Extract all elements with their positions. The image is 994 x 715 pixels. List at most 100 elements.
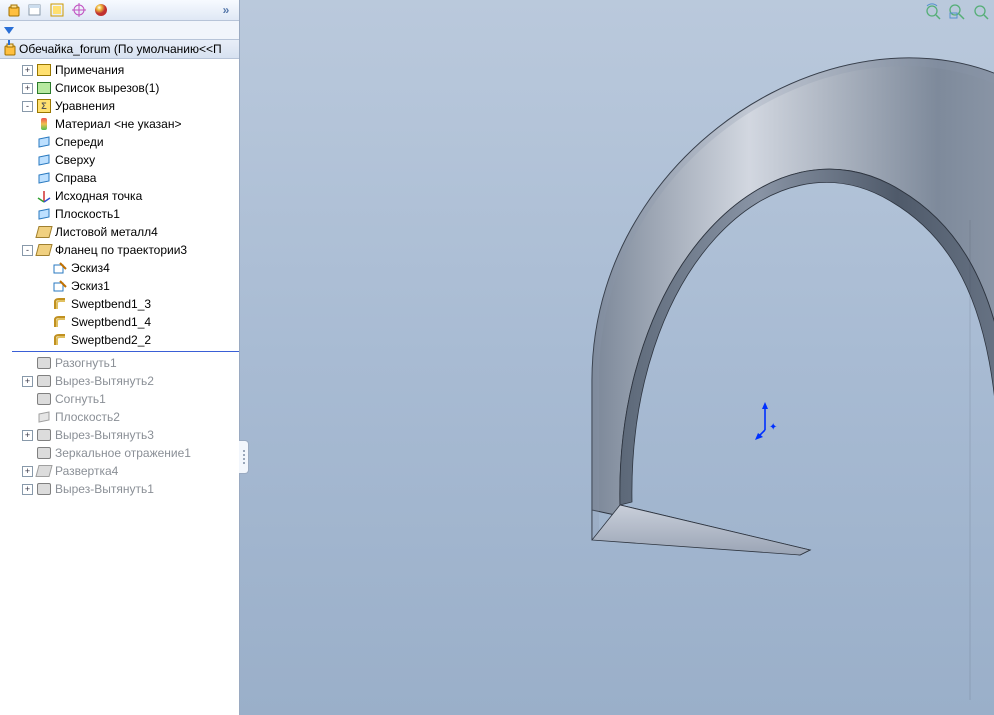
tree-node-plane1[interactable]: Плоскость1 xyxy=(0,205,239,223)
expand-toggle xyxy=(22,227,33,238)
expand-toggle[interactable]: + xyxy=(22,466,33,477)
plane-icon xyxy=(36,206,52,222)
tree-node-fold1[interactable]: Согнуть1 xyxy=(0,390,239,408)
tree-node-annot[interactable]: + Примечания xyxy=(0,61,239,79)
tree-node-top[interactable]: Сверху xyxy=(0,151,239,169)
expand-toggle[interactable]: - xyxy=(22,101,33,112)
tab-configuration-manager[interactable] xyxy=(46,0,68,20)
tree-node-label: Плоскость2 xyxy=(55,408,120,426)
sheet-icon xyxy=(36,224,52,240)
feature-manager-panel: » Обечайка_forum (По умолчанию<<П + Приме… xyxy=(0,0,240,715)
tree-node-label: Sweptbend1_3 xyxy=(71,295,151,313)
tree-node-label: Sweptbend2_2 xyxy=(71,331,151,349)
expand-toggle[interactable]: - xyxy=(22,245,33,256)
bend-icon xyxy=(52,332,68,348)
expand-toggle xyxy=(38,281,49,292)
tree-node-material[interactable]: Материал <не указан> xyxy=(0,115,239,133)
mat-icon xyxy=(36,116,52,132)
expand-toggle[interactable]: + xyxy=(22,376,33,387)
tree-node-label: Уравнения xyxy=(55,97,115,115)
tree-node-sweptbend13[interactable]: Sweptbend1_3 xyxy=(0,295,239,313)
expand-toggle xyxy=(22,412,33,423)
tree-node-label: Эскиз1 xyxy=(71,277,110,295)
tree-node-right[interactable]: Справа xyxy=(0,169,239,187)
tab-dimxpert[interactable] xyxy=(68,0,90,20)
expand-toggle xyxy=(22,173,33,184)
panel-tab-toolbar: » xyxy=(0,0,239,21)
expand-toggle[interactable]: + xyxy=(22,484,33,495)
filter-icon xyxy=(2,23,16,37)
tree-node-label: Фланец по траектории3 xyxy=(55,241,187,259)
tree-node-sheetmetal4[interactable]: Листовой металл4 xyxy=(0,223,239,241)
expand-toggle xyxy=(38,335,49,346)
root-label: Обечайка_forum (По умолчанию<<П xyxy=(19,42,222,56)
expand-toggle xyxy=(22,209,33,220)
expand-toggle[interactable]: + xyxy=(22,65,33,76)
tree-node-origin[interactable]: Исходная точка xyxy=(0,187,239,205)
rollback-bar[interactable] xyxy=(12,351,239,352)
sketch-icon xyxy=(52,260,68,276)
tree-node-label: Сверху xyxy=(55,151,95,169)
expand-toggle xyxy=(22,155,33,166)
tree-node-label: Зеркальное отражение1 xyxy=(55,444,191,462)
expand-toggle xyxy=(22,119,33,130)
tree-node-cutext2[interactable]: + Вырез-Вытянуть2 xyxy=(0,372,239,390)
tree-node-label: Вырез-Вытянуть3 xyxy=(55,426,154,444)
filter-bar[interactable] xyxy=(0,21,239,40)
origin-triad-icon: ✦ xyxy=(755,400,785,440)
feature-tree: +Примечания+Список вырезов(1)-ΣУравнения… xyxy=(0,59,239,715)
box-icon xyxy=(36,62,52,78)
tree-node-label: Sweptbend1_4 xyxy=(71,313,151,331)
sketch-icon xyxy=(52,278,68,294)
tree-node-label: Согнуть1 xyxy=(55,390,106,408)
tab-property-manager[interactable] xyxy=(24,0,46,20)
tree-node-cutlist[interactable]: + Список вырезов(1) xyxy=(0,79,239,97)
tree-node-label: Справа xyxy=(55,169,96,187)
expand-toggle xyxy=(22,358,33,369)
expand-toggle xyxy=(22,448,33,459)
feature-icon xyxy=(36,355,52,371)
sheet-icon xyxy=(36,242,52,258)
tree-node-label: Вырез-Вытянуть1 xyxy=(55,480,154,498)
tree-node-label: Разогнуть1 xyxy=(55,354,117,372)
graphics-viewport[interactable]: ✦ xyxy=(240,0,994,715)
plane-icon xyxy=(36,170,52,186)
tree-node-sketch1[interactable]: Эскиз1 xyxy=(0,277,239,295)
tree-root-row[interactable]: Обечайка_forum (По умолчанию<<П xyxy=(0,40,239,59)
panel-expand-button[interactable]: » xyxy=(215,0,237,20)
tree-node-label: Вырез-Вытянуть2 xyxy=(55,372,154,390)
panel-resize-grip[interactable] xyxy=(239,440,249,474)
tree-node-unfold1[interactable]: Разогнуть1 xyxy=(0,354,239,372)
tree-node-cutext3[interactable]: + Вырез-Вытянуть3 xyxy=(0,426,239,444)
planesupp-icon xyxy=(36,409,52,425)
sigma-icon: Σ xyxy=(36,98,52,114)
expand-toggle xyxy=(38,317,49,328)
svg-text:✦: ✦ xyxy=(769,422,777,433)
tree-node-cutext1[interactable]: + Вырез-Вытянуть1 xyxy=(0,480,239,498)
feature-icon xyxy=(36,427,52,443)
tree-node-mirror1[interactable]: Зеркальное отражение1 xyxy=(0,444,239,462)
tree-node-flat4[interactable]: +Развертка4 xyxy=(0,462,239,480)
tree-node-label: Примечания xyxy=(55,61,124,79)
tree-node-sweptbend14[interactable]: Sweptbend1_4 xyxy=(0,313,239,331)
bend-icon xyxy=(52,314,68,330)
tree-node-label: Плоскость1 xyxy=(55,205,120,223)
tree-node-sketch4[interactable]: Эскиз4 xyxy=(0,259,239,277)
expand-toggle xyxy=(38,299,49,310)
tree-node-plane2[interactable]: Плоскость2 xyxy=(0,408,239,426)
tree-node-sweptbend22[interactable]: Sweptbend2_2 xyxy=(0,331,239,349)
tree-node-label: Исходная точка xyxy=(55,187,142,205)
tree-node-front[interactable]: Спереди xyxy=(0,133,239,151)
expand-toggle xyxy=(22,191,33,202)
tree-node-label: Список вырезов(1) xyxy=(55,79,159,97)
tree-node-sweptflange3[interactable]: - Фланец по траектории3 xyxy=(0,241,239,259)
expand-toggle[interactable]: + xyxy=(22,430,33,441)
expand-toggle[interactable]: + xyxy=(22,83,33,94)
tree-node-equations[interactable]: -ΣУравнения xyxy=(0,97,239,115)
sheetsupp-icon xyxy=(36,463,52,479)
expand-toggle xyxy=(22,394,33,405)
tree-node-label: Спереди xyxy=(55,133,104,151)
plane-icon xyxy=(36,152,52,168)
tab-feature-tree[interactable] xyxy=(2,0,24,20)
tab-render[interactable] xyxy=(90,0,112,20)
